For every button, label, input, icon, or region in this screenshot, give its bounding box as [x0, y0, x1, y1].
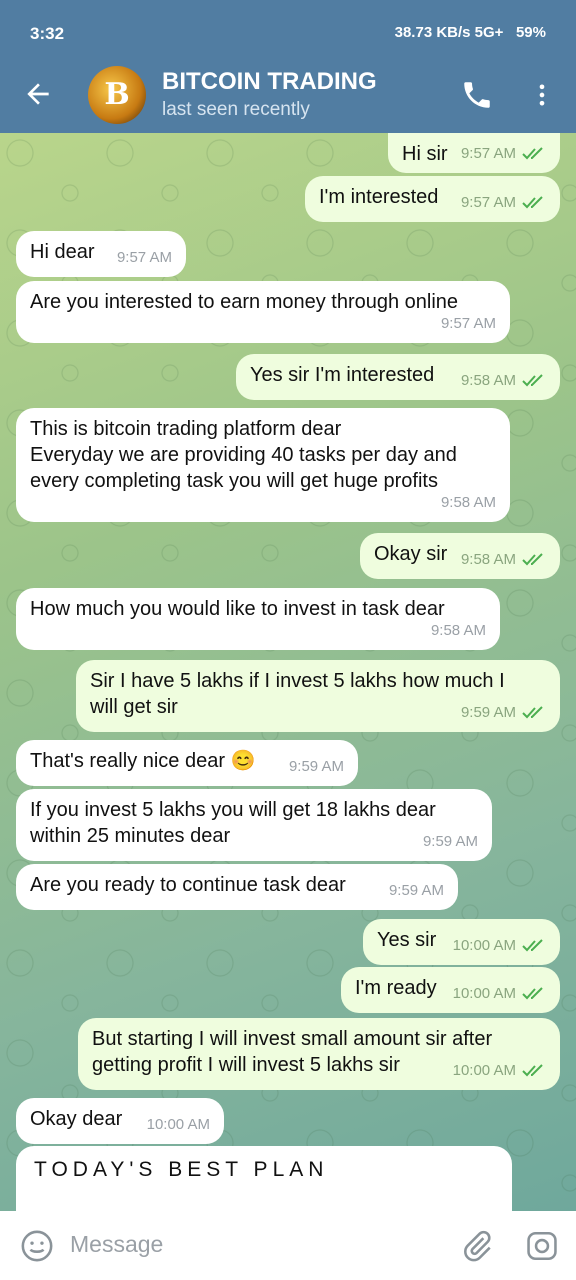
message-bubble[interactable]: Yes sir I'm interested 9:58 AM [236, 354, 560, 400]
plan-text: TODAY'S BEST PLAN [34, 1158, 329, 1181]
double-check-icon [522, 1064, 543, 1077]
message-meta: 9:59 AM [461, 700, 546, 726]
message-meta: 9:59 AM [289, 754, 344, 780]
message-time: 9:57 AM [116, 249, 172, 266]
message-bubble[interactable]: Hi dear 9:57 AM [16, 231, 186, 277]
double-check-icon [522, 987, 543, 1000]
message-meta: 9:57 AM [117, 245, 172, 271]
message-text: Hi dear [30, 241, 95, 263]
message-meta: 9:58 AM [461, 547, 546, 573]
message-text: Yes sir I'm interested [250, 364, 435, 386]
message-time: 9:59 AM [460, 704, 516, 721]
message-text: Hi sir [402, 143, 448, 165]
message-text: If you invest 5 lakhs you will get 18 la… [30, 799, 436, 847]
message-time: 9:57 AM [460, 194, 516, 211]
message-meta: 9:58 AM [441, 490, 496, 516]
message-bubble[interactable]: Sir I have 5 lakhs if I invest 5 lakhs h… [76, 660, 560, 732]
message-text: Sir I have 5 lakhs if I invest 5 lakhs h… [90, 670, 505, 718]
status-bar: 3:32 38.73 KB/s 5G+ 59% [0, 0, 576, 56]
message-meta: 9:58 AM [461, 368, 546, 394]
message-bubble[interactable]: If you invest 5 lakhs you will get 18 la… [16, 789, 492, 861]
network-indicator: 38.73 KB/s 5G+ [394, 24, 504, 41]
camera-icon[interactable] [524, 1229, 560, 1263]
message-text: Are you interested to earn money through… [30, 291, 459, 313]
message-bubble[interactable]: How much you would like to invest in tas… [16, 588, 500, 650]
message-text: Okay dear [30, 1108, 123, 1130]
message-meta: 9:59 AM [389, 878, 444, 904]
message-bubble[interactable]: This is bitcoin trading platform dear Ev… [16, 408, 510, 522]
message-bubble[interactable]: But starting I will invest small amount … [78, 1018, 560, 1090]
message-bubble[interactable]: I'm ready 10:00 AM [341, 967, 560, 1013]
message-meta: 9:57 AM [461, 141, 546, 167]
message-text: I'm ready [355, 977, 437, 999]
message-bubble[interactable]: Are you ready to continue task dear 9:59… [16, 864, 458, 910]
phone-icon[interactable] [460, 78, 494, 112]
message-time: 9:59 AM [288, 758, 344, 775]
message-time: 10:00 AM [452, 985, 516, 1002]
message-meta: 10:00 AM [453, 1058, 546, 1084]
double-check-icon [522, 553, 543, 566]
message-text: This is bitcoin trading platform dear Ev… [30, 418, 457, 492]
message-time: 9:58 AM [460, 372, 516, 389]
last-seen-status: last seen recently [162, 99, 310, 120]
message-time: 9:57 AM [460, 145, 516, 162]
message-bubble[interactable]: Hi sir 9:57 AM [388, 133, 560, 173]
message-bubble[interactable]: Are you interested to earn money through… [16, 281, 510, 343]
message-time: 10:00 AM [452, 937, 516, 954]
message-text: Are you ready to continue task dear [30, 874, 346, 896]
message-bubble[interactable]: Okay sir 9:58 AM [360, 533, 560, 579]
chat-title[interactable]: BITCOIN TRADING [162, 68, 377, 96]
message-time: 9:58 AM [430, 622, 486, 639]
message-time: 9:59 AM [388, 882, 444, 899]
message-text: But starting I will invest small amount … [92, 1028, 493, 1076]
double-check-icon [522, 706, 543, 719]
message-meta: 9:58 AM [431, 618, 486, 644]
message-text: I'm interested [319, 186, 439, 208]
emoji-icon[interactable] [20, 1229, 54, 1263]
battery-level: 59% [515, 24, 546, 41]
message-bubble[interactable]: Yes sir 10:00 AM [363, 919, 560, 965]
double-check-icon [522, 939, 543, 952]
message-text: That's really nice dear 😊 [30, 750, 256, 772]
status-time: 3:32 [30, 24, 65, 43]
message-meta: 9:59 AM [423, 829, 478, 855]
message-input-bar: Message [0, 1211, 576, 1280]
message-text: How much you would like to invest in tas… [30, 598, 445, 620]
message-meta: 10:00 AM [453, 981, 546, 1007]
message-text: Okay sir [374, 543, 448, 565]
message-bubble[interactable]: I'm interested 9:57 AM [305, 176, 560, 222]
message-meta: 10:00 AM [147, 1112, 210, 1138]
message-meta: 9:57 AM [441, 311, 496, 337]
message-text: Yes sir [377, 929, 437, 951]
message-time: 9:58 AM [460, 551, 516, 568]
chat-header: B BITCOIN TRADING last seen recently [0, 56, 576, 133]
message-time: 9:57 AM [440, 315, 496, 332]
status-indicators: 38.73 KB/s 5G+ 59% [395, 24, 546, 41]
message-time: 10:00 AM [452, 1062, 516, 1079]
back-arrow-icon[interactable] [22, 78, 54, 110]
avatar[interactable]: B [88, 66, 146, 124]
message-time: 10:00 AM [146, 1116, 210, 1133]
double-check-icon [522, 147, 543, 160]
chat-area[interactable]: Hi sir 9:57 AM I'm interested 9:57 AM Hi… [0, 133, 576, 1211]
message-meta: 9:57 AM [461, 190, 546, 216]
attach-icon[interactable] [460, 1229, 494, 1263]
message-time: 9:59 AM [422, 833, 478, 850]
message-meta: 10:00 AM [453, 933, 546, 959]
double-check-icon [522, 196, 543, 209]
message-bubble[interactable]: That's really nice dear 😊 9:59 AM [16, 740, 358, 786]
message-time: 9:58 AM [440, 494, 496, 511]
double-check-icon [522, 374, 543, 387]
message-input[interactable]: Message [70, 1231, 163, 1258]
message-bubble[interactable]: Okay dear 10:00 AM [16, 1098, 224, 1144]
more-vert-icon[interactable] [528, 78, 556, 112]
